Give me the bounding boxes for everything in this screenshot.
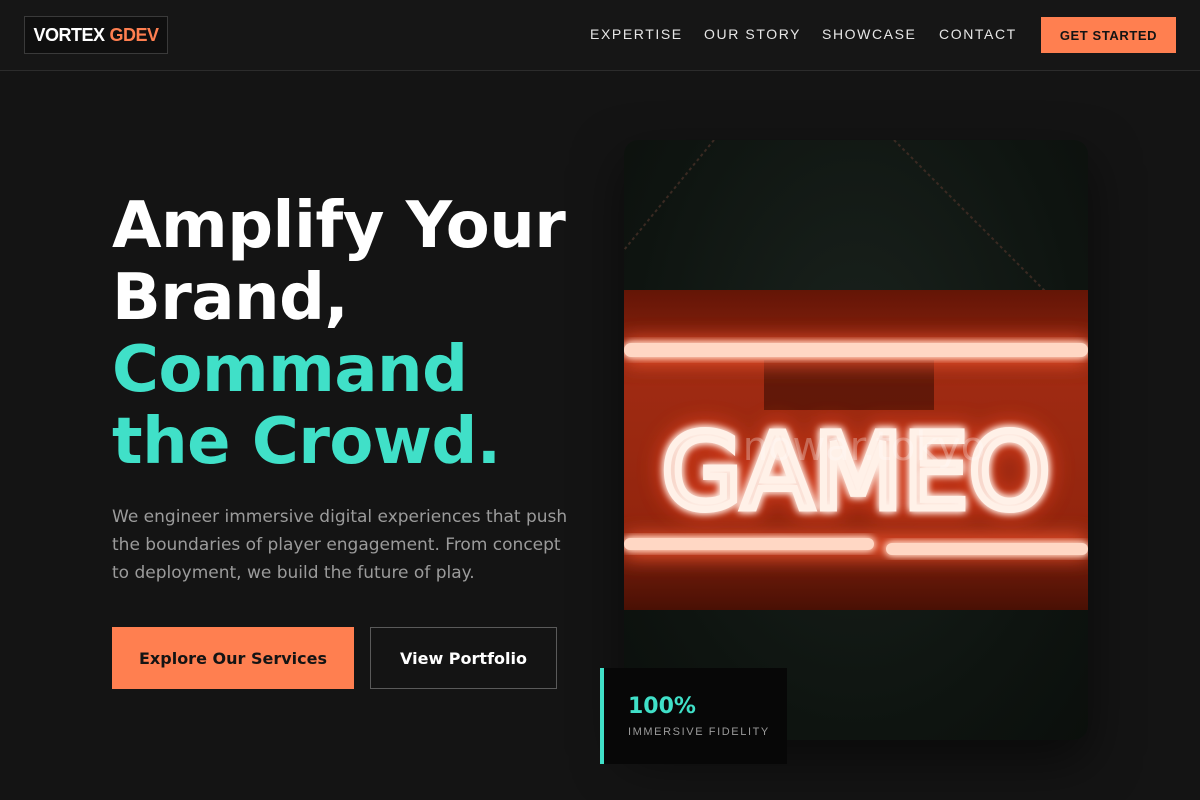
nav-link-expertise[interactable]: EXPERTISE <box>590 26 683 42</box>
nav-link-showcase[interactable]: SHOWCASE <box>822 26 916 42</box>
main-nav: EXPERTISE OUR STORY SHOWCASE CONTACT <box>0 0 1200 70</box>
stat-card: 100% IMMERSIVE FIDELITY <box>600 668 787 764</box>
image-watermark: nowar.tokyo <box>743 424 986 470</box>
view-portfolio-button[interactable]: View Portfolio <box>370 627 557 689</box>
explore-services-button[interactable]: Explore Our Services <box>112 627 354 689</box>
headline-line-4: the Crowd. <box>112 405 501 479</box>
hero-headline: Amplify Your Brand, Command the Crowd. <box>112 190 592 478</box>
headline-line-1: Amplify Your <box>112 189 566 263</box>
stat-label: IMMERSIVE FIDELITY <box>628 726 770 738</box>
get-started-button[interactable]: GET STARTED <box>1041 17 1176 53</box>
headline-line-2: Brand, <box>112 261 349 335</box>
hero-description: We engineer immersive digital experience… <box>112 507 568 583</box>
nav-link-our-story[interactable]: OUR STORY <box>704 26 801 42</box>
showcase-image: GAMEO GAMEO nowar.tokyo <box>624 140 1088 740</box>
stat-value: 100% <box>628 694 696 719</box>
site-header: VORTEX GDEV EXPERTISE OUR STORY SHOWCASE… <box>0 0 1200 71</box>
nav-link-contact[interactable]: CONTACT <box>939 26 1017 42</box>
neon-sign-illustration: GAMEO GAMEO nowar.tokyo <box>624 140 1088 610</box>
headline-line-3: Command <box>112 333 468 407</box>
